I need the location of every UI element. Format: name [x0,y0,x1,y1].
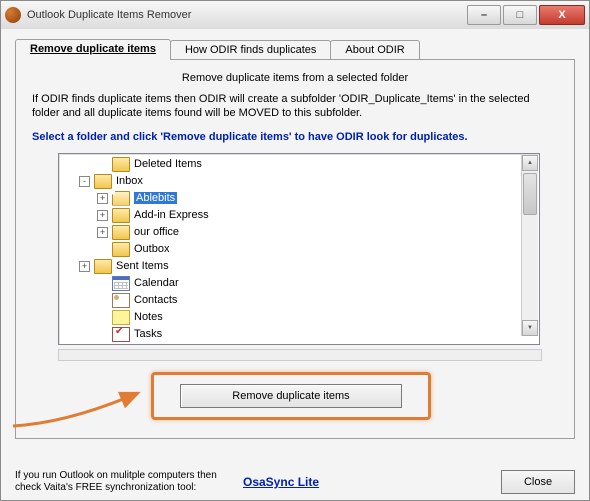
tab-strip: Remove duplicate items How ODIR finds du… [15,37,575,59]
vertical-scrollbar[interactable]: ▲ ▼ [521,155,538,336]
tree-row[interactable]: Deleted Items [61,156,537,173]
tree-item-label[interactable]: Deleted Items [134,158,202,170]
contacts-icon [112,293,130,308]
client-area: Remove duplicate items How ODIR finds du… [1,29,589,500]
tree-row[interactable]: + Ablebits [61,190,537,207]
window-title: Outlook Duplicate Items Remover [27,9,467,21]
title-bar[interactable]: Outlook Duplicate Items Remover – □ X [1,1,589,30]
arrow-annotation-icon [8,378,158,428]
close-button[interactable]: Close [501,470,575,494]
scroll-down-button[interactable]: ▼ [522,320,538,336]
tasks-icon [112,327,130,342]
tree-item-label[interactable]: Sent Items [116,260,169,272]
tree-item-label[interactable]: Tasks [134,328,162,340]
remove-duplicates-button[interactable]: Remove duplicate items [180,384,402,408]
tree-item-label[interactable]: Ablebits [134,192,177,204]
app-window: Outlook Duplicate Items Remover – □ X Re… [0,0,590,501]
scroll-up-button[interactable]: ▲ [522,155,538,171]
tree-row[interactable]: Tasks [61,326,537,343]
tree-item-label[interactable]: Calendar [134,277,179,289]
tab-remove-duplicates[interactable]: Remove duplicate items [15,39,171,60]
folder-icon [112,242,130,257]
tree-item-label[interactable]: our office [134,226,179,238]
tree-row[interactable]: + our office [61,224,537,241]
highlight-annotation: Remove duplicate items [151,372,431,420]
tab-container: Remove duplicate items How ODIR finds du… [15,37,575,441]
instruction-text: Select a folder and click 'Remove duplic… [32,131,558,143]
expand-icon[interactable]: + [97,227,108,238]
tree-row[interactable]: Calendar [61,275,537,292]
folder-icon [112,208,130,223]
app-icon [5,7,21,23]
folder-tree-wrap: Deleted Items - Inbox + Ablebits + Add-in Expr… [58,153,538,353]
folder-icon [94,259,112,274]
expand-icon[interactable]: + [79,261,90,272]
explain-text: If ODIR finds duplicate items then ODIR … [32,92,558,121]
tree-row[interactable]: Outbox [61,241,537,258]
folder-icon [112,225,130,240]
expand-icon[interactable]: + [97,210,108,221]
tree-row[interactable]: Notes [61,309,537,326]
folder-icon [94,174,112,189]
tree-item-label[interactable]: Notes [134,311,163,323]
tree-row[interactable]: Contacts [61,292,537,309]
tree-item-label[interactable]: Outbox [134,243,169,255]
expand-icon[interactable]: + [97,193,108,204]
tab-about-odir[interactable]: About ODIR [330,40,419,59]
tree-item-label[interactable]: Inbox [116,175,143,187]
footer-text: If you run Outlook on mulitple computers… [15,470,235,494]
folder-open-icon [112,191,130,206]
tree-item-label[interactable]: Add-in Express [134,209,209,221]
minimize-button[interactable]: – [467,5,501,25]
collapse-icon[interactable]: - [79,176,90,187]
close-window-button[interactable]: X [539,5,585,25]
intro-text: Remove duplicate items from a selected f… [28,72,562,84]
horizontal-scrollbar[interactable] [58,349,542,361]
tree-row[interactable]: - Inbox [61,173,537,190]
footer: If you run Outlook on mulitple computers… [15,470,575,494]
calendar-icon [112,276,130,291]
folder-tree[interactable]: Deleted Items - Inbox + Ablebits + Add-in Expr… [58,153,540,345]
notes-icon [112,310,130,325]
tab-how-odir-finds[interactable]: How ODIR finds duplicates [170,40,331,59]
folder-icon [112,157,130,172]
tab-panel: Remove duplicate items from a selected f… [15,59,575,439]
tree-row[interactable]: + Add-in Express [61,207,537,224]
maximize-button[interactable]: □ [503,5,537,25]
footer-link[interactable]: OsaSync Lite [243,475,319,489]
scroll-thumb[interactable] [523,173,537,215]
tree-row[interactable]: + Sent Items [61,258,537,275]
tree-item-label[interactable]: Contacts [134,294,177,306]
